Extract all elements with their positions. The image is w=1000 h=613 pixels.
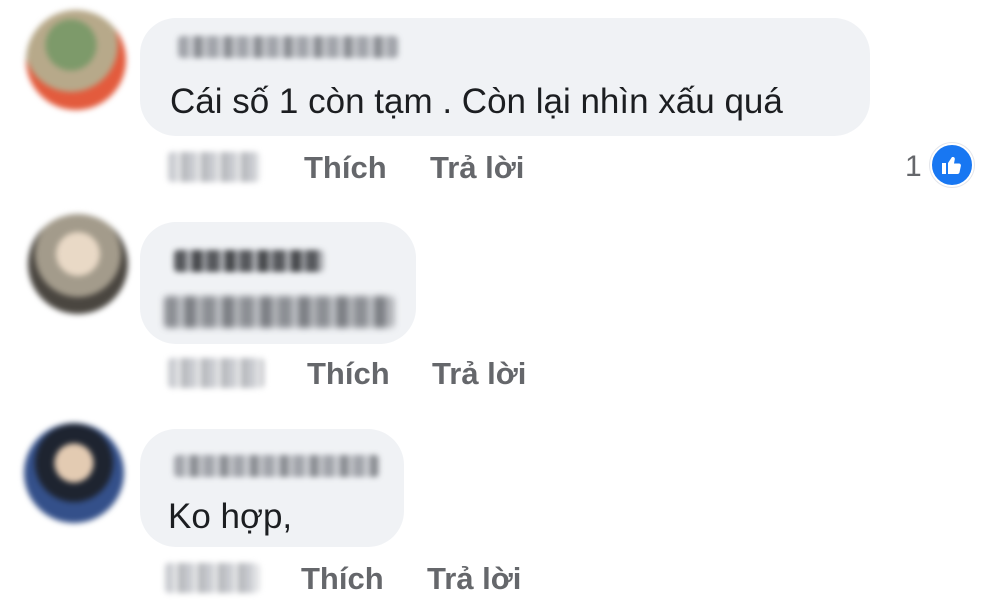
comment-bubble: Cái số 1 còn tạm . Còn lại nhìn xấu quá: [140, 18, 870, 136]
comment-bubble: [140, 222, 416, 344]
comment-item: Cái số 1 còn tạm . Còn lại nhìn xấu quá …: [0, 0, 1000, 200]
timestamp-blurred[interactable]: [168, 358, 264, 388]
comment-text: Ko hợp,: [168, 497, 293, 536]
timestamp-blurred[interactable]: [165, 563, 259, 593]
avatar[interactable]: [26, 10, 126, 110]
reply-action-button[interactable]: Trả lời: [430, 150, 524, 186]
comment-bubble: Ko hợp,: [140, 429, 404, 547]
like-action-button[interactable]: Thích: [304, 150, 387, 186]
avatar[interactable]: [24, 423, 124, 523]
reply-action-button[interactable]: Trả lời: [432, 356, 526, 392]
reply-action-button[interactable]: Trả lời: [427, 561, 521, 597]
comment-item: Thích Trả lời: [0, 200, 1000, 405]
author-name-blurred[interactable]: [174, 455, 379, 477]
comment-text: Cái số 1 còn tạm . Còn lại nhìn xấu quá: [170, 82, 783, 121]
reaction-count[interactable]: 1: [905, 150, 922, 184]
timestamp-blurred[interactable]: [168, 152, 260, 182]
comment-item: Ko hợp, Thích Trả lời: [0, 405, 1000, 613]
comment-text-blurred: [164, 296, 394, 328]
author-name-blurred[interactable]: [178, 36, 398, 58]
like-action-button[interactable]: Thích: [307, 356, 390, 392]
like-icon[interactable]: [930, 143, 974, 187]
like-action-button[interactable]: Thích: [301, 561, 384, 597]
avatar[interactable]: [28, 214, 128, 314]
author-name-blurred[interactable]: [174, 250, 324, 272]
